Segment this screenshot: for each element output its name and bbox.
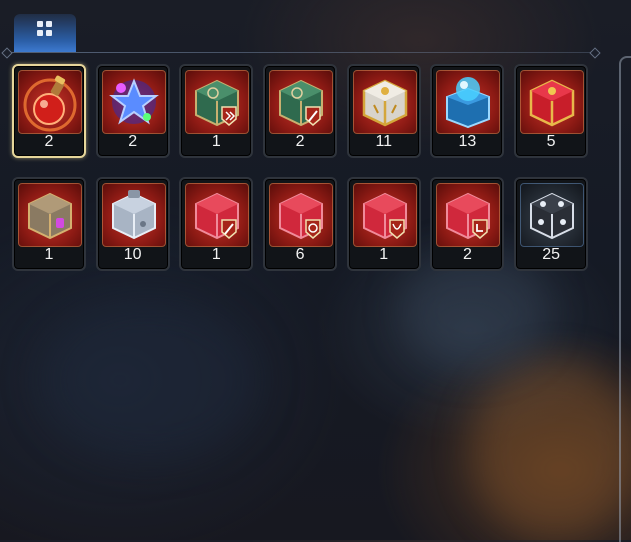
item-count: 5 bbox=[546, 133, 556, 150]
inventory-slot[interactable]: 2 bbox=[12, 64, 86, 158]
dark-silver-chest-icon bbox=[520, 183, 585, 247]
inventory-slot[interactable]: 1 bbox=[346, 177, 421, 271]
inventory-slot[interactable]: 2 bbox=[263, 64, 338, 158]
item-count: 2 bbox=[44, 133, 54, 150]
inventory-slot[interactable]: 5 bbox=[514, 64, 589, 158]
inventory-slot[interactable]: 10 bbox=[95, 177, 170, 271]
inventory-slot[interactable]: 1 bbox=[12, 177, 86, 271]
item-count: 1 bbox=[211, 133, 221, 150]
divider-cap-left bbox=[1, 47, 13, 59]
green-chest-sword-icon bbox=[269, 70, 334, 134]
green-chest-arrow-icon bbox=[185, 70, 250, 134]
red-chest-sword-icon bbox=[185, 183, 250, 247]
item-count: 1 bbox=[44, 246, 54, 263]
item-count: 13 bbox=[458, 133, 477, 150]
item-count: 1 bbox=[379, 246, 389, 263]
grid-icon bbox=[37, 21, 53, 37]
inventory-slot[interactable]: 13 bbox=[430, 64, 505, 158]
inventory-slot[interactable]: 11 bbox=[346, 64, 421, 158]
purple-gem-chest-icon bbox=[18, 183, 82, 247]
inventory-slot[interactable]: 1 bbox=[179, 64, 254, 158]
inventory-slot[interactable]: 1 bbox=[179, 177, 254, 271]
divider-cap-right bbox=[589, 47, 601, 59]
inventory-slot[interactable]: 25 bbox=[514, 177, 589, 271]
inventory-slot[interactable]: 2 bbox=[95, 64, 170, 158]
red-chest-boot-icon bbox=[436, 183, 501, 247]
star-potion-icon bbox=[101, 70, 166, 134]
item-count: 6 bbox=[295, 246, 305, 263]
background-lamp-glow bbox=[470, 360, 631, 540]
background-rock bbox=[40, 300, 260, 460]
item-count: 2 bbox=[128, 133, 138, 150]
tab-divider bbox=[8, 52, 595, 53]
red-chest-target-icon bbox=[269, 183, 334, 247]
item-count: 2 bbox=[295, 133, 305, 150]
item-count: 10 bbox=[123, 246, 142, 263]
silver-chest-icon bbox=[101, 183, 166, 247]
inventory-grid: 2 2 1 2 11 13 5 1 10 1 6 1 2 25 bbox=[12, 64, 589, 271]
red-potion-icon bbox=[18, 70, 82, 134]
item-count: 2 bbox=[462, 246, 472, 263]
inventory-slot[interactable]: 6 bbox=[263, 177, 338, 271]
item-count: 1 bbox=[211, 246, 221, 263]
red-chest-horns-icon bbox=[352, 183, 417, 247]
red-gold-chest-icon bbox=[520, 70, 585, 134]
blue-orb-chest-icon bbox=[436, 70, 501, 134]
item-count: 11 bbox=[375, 133, 393, 150]
white-gold-chest-icon bbox=[352, 70, 417, 134]
item-count: 25 bbox=[542, 246, 561, 263]
panel-frame bbox=[619, 56, 631, 542]
inventory-slot[interactable]: 2 bbox=[430, 177, 505, 271]
filter-tab-all[interactable] bbox=[14, 14, 76, 52]
